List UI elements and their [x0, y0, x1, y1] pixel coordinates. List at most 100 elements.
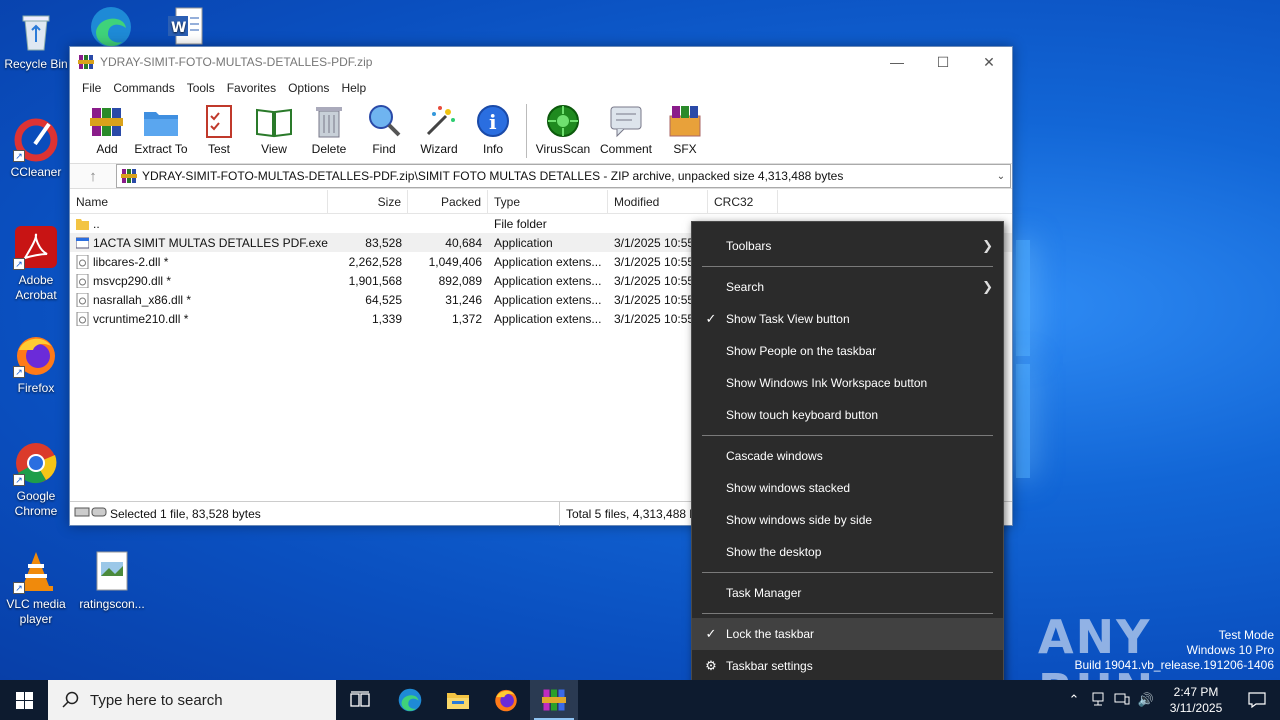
desktop-icon-google-chrome[interactable]: ↗ Google Chrome: [0, 440, 72, 519]
clock[interactable]: 2:47 PM 3/11/2025: [1158, 684, 1234, 716]
desktop-icon-label: CCleaner: [10, 165, 62, 179]
menu-separator: [702, 266, 993, 267]
view-book-icon: [255, 102, 293, 140]
chevron-up-icon[interactable]: ⌃: [1062, 692, 1086, 708]
file-packed: 1,372: [451, 311, 482, 326]
taskbar-winrar[interactable]: [530, 680, 578, 720]
volume-icon[interactable]: 🔊: [1134, 692, 1158, 708]
magic-wand-icon: [420, 102, 458, 140]
virusscan-button[interactable]: VirusScan: [533, 102, 593, 156]
desktop-icon-label: Recycle Bin: [4, 57, 68, 71]
menu-item-label: Show People on the taskbar: [726, 344, 877, 358]
wizard-button[interactable]: Wizard: [412, 102, 466, 156]
desktop-icon-ratingscon[interactable]: ratingscon...: [76, 548, 148, 612]
context-menu-item-search[interactable]: Search ❯: [692, 271, 1003, 303]
start-button[interactable]: [0, 680, 48, 720]
toolbar-separator: [526, 104, 527, 158]
menu-item-label: Show windows side by side: [726, 513, 873, 527]
edge-icon: [88, 4, 134, 50]
menu-separator: [702, 435, 993, 436]
test-button[interactable]: Test: [192, 102, 246, 156]
shortcut-arrow-icon: ↗: [13, 366, 25, 378]
column-header-modified[interactable]: Modified: [608, 189, 708, 214]
file-type: Application extens...: [494, 273, 602, 288]
column-header-crc32[interactable]: CRC32: [708, 189, 778, 214]
column-header-size[interactable]: Size: [328, 189, 408, 214]
up-arrow-icon[interactable]: ↑: [70, 168, 116, 185]
magnifier-icon: [365, 102, 403, 140]
extract-to-button[interactable]: Extract To: [130, 102, 192, 156]
context-menu-item-show-task-view-button[interactable]: ✓ Show Task View button: [692, 303, 1003, 335]
google-chrome-icon: ↗: [13, 440, 59, 486]
adobe-acrobat-icon: ↗: [13, 224, 59, 270]
svg-text:W: W: [171, 20, 186, 36]
task-view-button[interactable]: [336, 680, 384, 720]
notification-center-button[interactable]: [1234, 692, 1280, 708]
menu-item-label: Show Windows Ink Workspace button: [726, 376, 928, 390]
add-button[interactable]: Add: [84, 102, 130, 156]
context-menu-item-show-the-desktop[interactable]: Show the desktop: [692, 536, 1003, 568]
file-packed: 40,684: [445, 235, 482, 250]
desktop-icon-label: Adobe Acrobat: [15, 273, 57, 302]
file-size: 2,262,528: [348, 254, 402, 269]
context-menu-item-cascade-windows[interactable]: Cascade windows: [692, 440, 1003, 472]
windows-logo-icon: [15, 691, 33, 709]
path-field[interactable]: YDRAY-SIMIT-FOTO-MULTAS-DETALLES-PDF.zip…: [116, 164, 1011, 188]
column-header-name[interactable]: Name: [70, 189, 328, 214]
menu-help[interactable]: Help: [335, 81, 372, 95]
desktop-icon-firefox[interactable]: ↗ Firefox: [0, 332, 72, 396]
firefox-icon: ↗: [13, 332, 59, 378]
virusscan-icon: [544, 102, 582, 140]
context-menu-item-task-manager[interactable]: Task Manager: [692, 577, 1003, 609]
taskbar-edge[interactable]: [386, 680, 434, 720]
title-bar[interactable]: YDRAY-SIMIT-FOTO-MULTAS-DETALLES-PDF.zip…: [70, 47, 1012, 77]
column-header-type[interactable]: Type: [488, 189, 608, 214]
file-name-text: vcruntime210.dll *: [93, 311, 189, 326]
desktop-icon-adobe-acrobat[interactable]: ↗ Adobe Acrobat: [0, 224, 72, 303]
menu-item-label: Show windows stacked: [726, 481, 851, 495]
menu-file[interactable]: File: [76, 81, 107, 95]
context-menu-item-toolbars[interactable]: Toolbars ❯: [692, 230, 1003, 262]
find-button[interactable]: Find: [356, 102, 412, 156]
taskbar-file-explorer[interactable]: [434, 680, 482, 720]
desktop-icon-recycle-bin[interactable]: Recycle Bin: [0, 8, 72, 72]
menu-favorites[interactable]: Favorites: [221, 81, 282, 95]
wallpaper-logo-pane: [1016, 364, 1030, 478]
chevron-down-icon[interactable]: ⌄: [992, 171, 1010, 182]
dll-icon: [76, 254, 89, 269]
context-menu-item-show-windows-stacked[interactable]: Show windows stacked: [692, 472, 1003, 504]
desktop-icon-vlc[interactable]: ↗ VLC media player: [0, 548, 72, 627]
sfx-button[interactable]: SFX: [659, 102, 711, 156]
menu-tools[interactable]: Tools: [181, 81, 221, 95]
desktop-icon-label: ratingscon...: [79, 597, 145, 611]
chevron-right-icon: ❯: [982, 279, 993, 294]
context-menu-item-show-people-on-the-taskbar[interactable]: Show People on the taskbar: [692, 335, 1003, 367]
menu-options[interactable]: Options: [282, 81, 335, 95]
network-icon[interactable]: [1086, 692, 1110, 709]
menu-item-label: Taskbar settings: [726, 659, 813, 673]
minimize-button[interactable]: —: [874, 47, 920, 77]
delete-button[interactable]: Delete: [302, 102, 356, 156]
menu-item-label: Show touch keyboard button: [726, 408, 879, 422]
close-button[interactable]: ✕: [966, 47, 1012, 77]
taskbar-firefox[interactable]: [482, 680, 530, 720]
file-type: Application extens...: [494, 292, 602, 307]
context-menu-item-lock-the-taskbar[interactable]: ✓ Lock the taskbar: [692, 618, 1003, 650]
folder-icon: [447, 693, 469, 709]
taskbar-search-box[interactable]: Type here to search: [48, 680, 336, 720]
desktop: Recycle Bin W ↗ CCleaner ↗ Adobe Acrobat…: [0, 0, 1280, 680]
maximize-button[interactable]: ☐: [920, 47, 966, 77]
context-menu-item-show-windows-ink-workspace-button[interactable]: Show Windows Ink Workspace button: [692, 367, 1003, 399]
context-menu-item-taskbar-settings[interactable]: ⚙ Taskbar settings: [692, 650, 1003, 682]
context-menu-item-show-windows-side-by-side[interactable]: Show windows side by side: [692, 504, 1003, 536]
clock-date: 3/11/2025: [1169, 701, 1223, 715]
comment-button[interactable]: Comment: [593, 102, 659, 156]
column-header-packed[interactable]: Packed: [408, 189, 488, 214]
context-menu-item-show-touch-keyboard-button[interactable]: Show touch keyboard button: [692, 399, 1003, 431]
device-icon[interactable]: [1110, 692, 1134, 709]
info-button[interactable]: i Info: [466, 102, 520, 156]
menu-commands[interactable]: Commands: [107, 81, 180, 95]
desktop-icon-ccleaner[interactable]: ↗ CCleaner: [0, 116, 72, 180]
status-left: Selected 1 file, 83,528 bytes: [70, 501, 560, 526]
view-button[interactable]: View: [246, 102, 302, 156]
